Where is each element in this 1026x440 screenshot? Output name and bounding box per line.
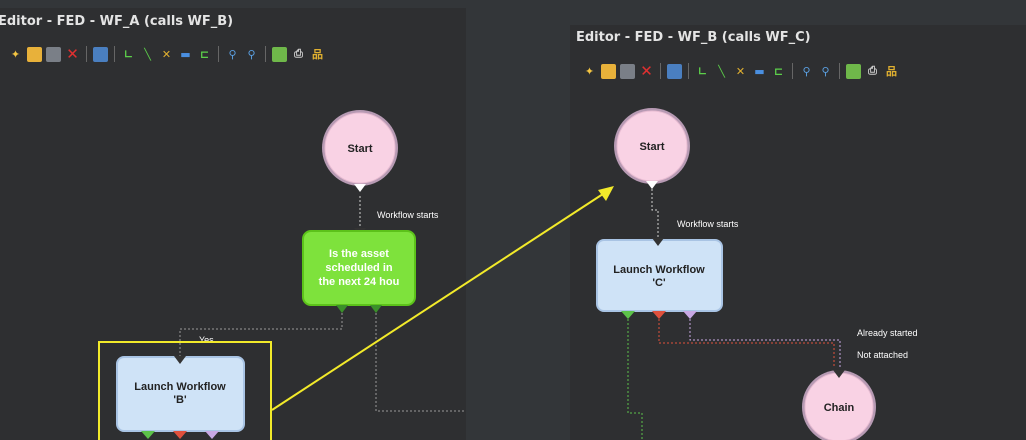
callout-arrow bbox=[271, 186, 614, 411]
arrowhead-icon bbox=[598, 186, 614, 201]
